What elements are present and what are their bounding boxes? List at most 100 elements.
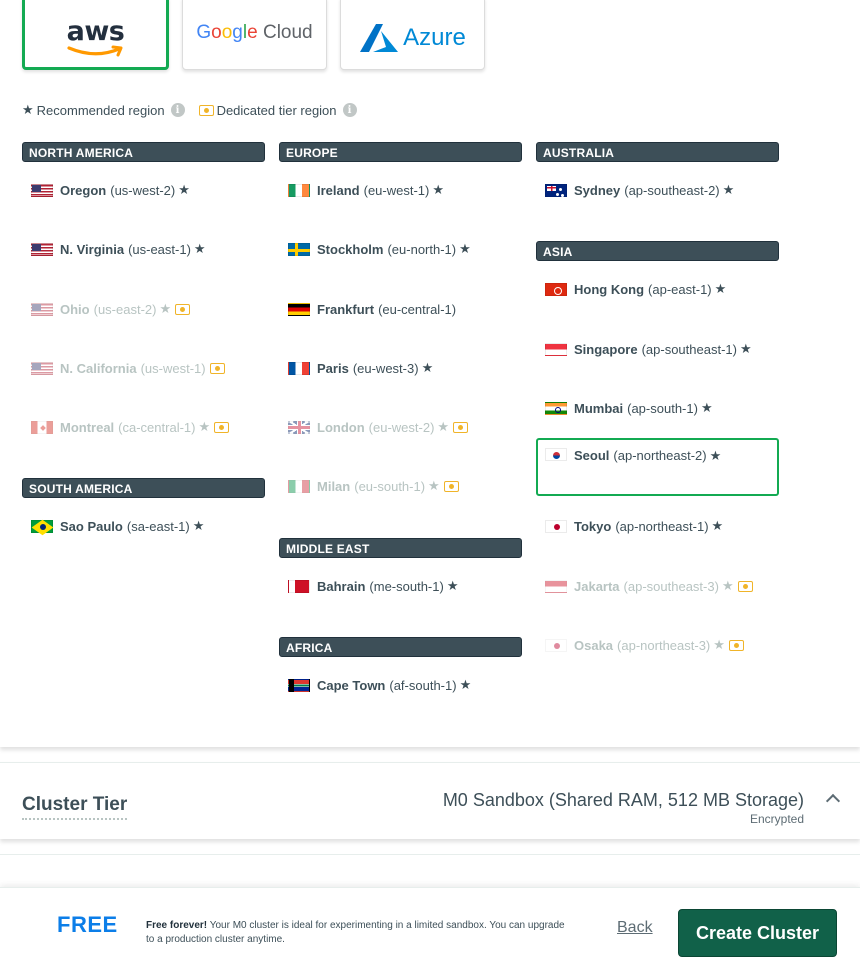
ie-flag-icon xyxy=(288,183,310,197)
region-code: (ca-central-1) xyxy=(118,419,196,435)
region-option-jakarta: Jakarta (ap-southeast-3) ★ xyxy=(536,566,779,606)
price-description: Free forever! Your M0 cluster is ideal f… xyxy=(146,919,566,947)
star-icon: ★ xyxy=(711,518,724,533)
star-icon: ★ xyxy=(721,578,734,593)
region-group-header: SOUTH AMERICA xyxy=(22,478,265,498)
region-option-hong-kong[interactable]: Hong Kong (ap-east-1) ★ xyxy=(536,269,779,309)
region-group-north-america: NORTH AMERICA Oregon (us-west-2) ★ N. Virgin… xyxy=(22,142,265,435)
jp-flag-icon xyxy=(545,519,567,533)
region-option-paris[interactable]: Paris (eu-west-3) ★ xyxy=(279,348,522,388)
region-option-frankfurt[interactable]: Frankfurt (eu-central-1) xyxy=(279,289,522,329)
region-option-ohio: Ohio (us-east-2) ★ xyxy=(22,289,265,329)
cluster-tier-encrypted: Encrypted xyxy=(749,812,804,826)
region-code: (ap-southeast-3) xyxy=(623,578,719,594)
info-icon[interactable]: i xyxy=(342,103,357,117)
region-code: (eu-west-2) xyxy=(368,419,435,435)
id-flag-icon xyxy=(545,579,567,593)
dedicated-tier-icon xyxy=(728,639,744,651)
region-code: (ap-northeast-1) xyxy=(615,518,709,534)
google-cloud-logo: Google Cloud xyxy=(196,22,312,44)
region-code: (us-east-1) xyxy=(128,241,191,257)
region-option-seoul[interactable]: Seoul (ap-northeast-2) ★ xyxy=(536,438,779,496)
region-name: Bahrain xyxy=(317,578,366,594)
region-option-bahrain[interactable]: Bahrain (me-south-1) ★ xyxy=(279,566,522,606)
dedicated-tier-icon xyxy=(198,104,214,116)
region-code: (ap-south-1) xyxy=(627,400,698,416)
region-code: (eu-central-1) xyxy=(378,301,457,317)
aws-logo-text: aws xyxy=(66,15,125,47)
region-group-middle-east: MIDDLE EAST Bahrain (me-south-1) ★ xyxy=(279,538,522,594)
region-option-n-virginia[interactable]: N. Virginia (us-east-1) ★ xyxy=(22,229,265,269)
cluster-tier-label: Cluster Tier xyxy=(22,794,128,820)
region-option-singapore[interactable]: Singapore (ap-southeast-1) ★ xyxy=(536,329,779,369)
star-icon: ★ xyxy=(709,448,722,463)
jp-flag-icon xyxy=(545,638,567,652)
region-option-ireland[interactable]: Ireland (eu-west-1) ★ xyxy=(279,170,522,210)
star-icon: ★ xyxy=(421,360,434,375)
legend-recommended: ★ Recommended region i xyxy=(22,102,185,118)
region-option-sao-paulo[interactable]: Sao Paulo (sa-east-1) ★ xyxy=(22,506,265,546)
region-name: Hong Kong xyxy=(574,281,645,297)
info-icon[interactable]: i xyxy=(170,103,185,117)
region-name: Osaka xyxy=(574,637,614,653)
dedicated-tier-icon xyxy=(443,480,459,492)
region-option-mumbai[interactable]: Mumbai (ap-south-1) ★ xyxy=(536,388,779,428)
region-name: Seoul xyxy=(574,448,610,463)
back-link[interactable]: Back xyxy=(617,919,653,937)
region-name: Paris xyxy=(317,360,349,376)
region-option-cape-town[interactable]: Cape Town (af-south-1) ★ xyxy=(279,665,522,705)
star-icon: ★ xyxy=(722,182,735,197)
fr-flag-icon xyxy=(288,361,310,375)
region-option-n-california: N. California (us-west-1) xyxy=(22,348,265,388)
sg-flag-icon xyxy=(545,342,567,356)
ca-flag-icon xyxy=(31,420,53,434)
region-name: London xyxy=(317,419,365,435)
us-flag-icon xyxy=(31,303,53,316)
legend-dedicated: Dedicated tier region i xyxy=(198,103,357,118)
region-group-africa: AFRICA Cape Town (af-south-1) ★ xyxy=(279,637,522,693)
aws-logo: aws xyxy=(67,18,125,57)
chevron-up-icon[interactable] xyxy=(825,793,841,809)
region-option-oregon[interactable]: Oregon (us-west-2) ★ xyxy=(22,170,265,210)
price-description-bold: Free forever! xyxy=(146,920,208,931)
star-icon: ★ xyxy=(437,419,450,434)
provider-card-azure[interactable]: Azure xyxy=(340,0,485,70)
provider-card-aws[interactable]: aws xyxy=(22,0,169,70)
region-code: (eu-north-1) xyxy=(387,241,457,257)
region-code: (me-south-1) xyxy=(369,578,444,594)
region-name: Tokyo xyxy=(574,518,612,534)
region-option-stockholm[interactable]: Stockholm (eu-north-1) ★ xyxy=(279,229,522,269)
region-option-sydney[interactable]: Sydney (ap-southeast-2) ★ xyxy=(536,170,779,210)
region-option-montreal: Montreal (ca-central-1) ★ xyxy=(22,407,265,447)
dedicated-tier-icon xyxy=(453,421,469,433)
google-wordmark: Google xyxy=(196,22,258,43)
cluster-tier-section[interactable]: Cluster Tier M0 Sandbox (Shared RAM, 512… xyxy=(0,762,860,839)
provider-card-google-cloud[interactable]: Google Cloud xyxy=(182,0,327,70)
za-flag-icon xyxy=(288,678,310,692)
region-option-osaka: Osaka (ap-northeast-3) ★ xyxy=(536,625,779,665)
create-cluster-button[interactable]: Create Cluster xyxy=(678,909,837,957)
region-option-milan: Milan (eu-south-1) ★ xyxy=(279,466,522,506)
region-legend: ★ Recommended region i Dedicated tier re… xyxy=(22,102,371,118)
cloud-provider-selector: aws Google Cloud Azure xyxy=(22,0,485,70)
region-name: Ireland xyxy=(317,182,360,198)
region-group-australia: AUSTRALIA Sydney (ap-southeast-2) ★ xyxy=(536,142,779,198)
gb-flag-icon xyxy=(288,421,310,434)
dedicated-tier-icon xyxy=(209,362,225,374)
de-flag-icon xyxy=(288,302,310,316)
region-group-header: NORTH AMERICA xyxy=(22,142,265,162)
br-flag-icon xyxy=(31,519,53,533)
region-code: (ap-east-1) xyxy=(648,281,712,297)
star-icon: ★ xyxy=(428,478,440,493)
region-name: Cape Town xyxy=(317,677,386,693)
price-description-text: Your M0 cluster is ideal for experimenti… xyxy=(146,920,565,945)
it-flag-icon xyxy=(288,479,310,493)
star-icon: ★ xyxy=(446,578,459,593)
star-icon: ★ xyxy=(193,241,206,256)
region-name: N. Virginia xyxy=(60,241,125,257)
region-name: Singapore xyxy=(574,341,638,357)
region-code: (ap-northeast-3) xyxy=(617,637,711,653)
star-icon: ★ xyxy=(22,102,34,117)
region-group-header: EUROPE xyxy=(279,142,522,162)
region-option-tokyo[interactable]: Tokyo (ap-northeast-1) ★ xyxy=(536,506,779,546)
